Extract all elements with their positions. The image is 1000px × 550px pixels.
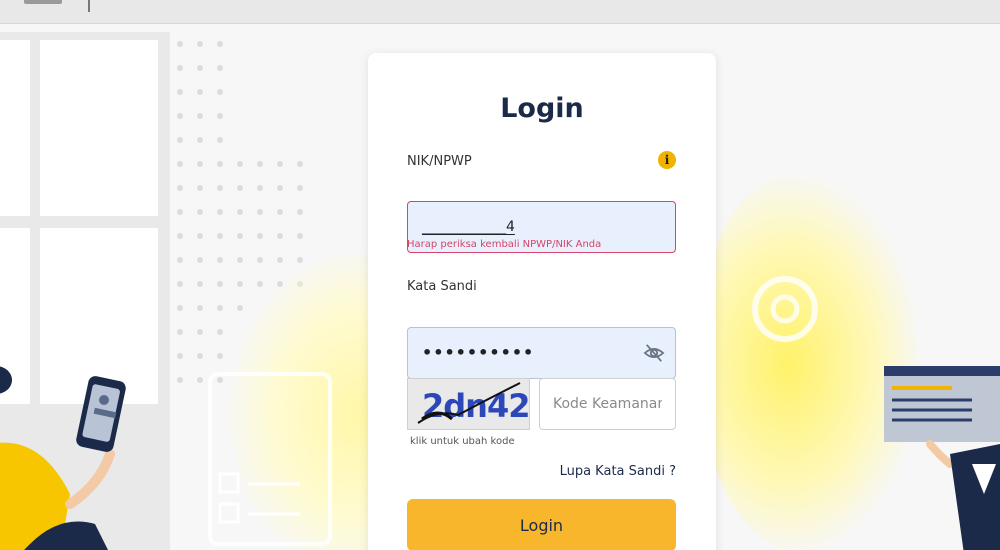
login-button[interactable]: Login xyxy=(407,499,676,550)
nik-npwp-label: NIK/NPWP xyxy=(407,154,472,169)
captcha-image[interactable]: 2dn42 xyxy=(407,378,530,430)
nik-npwp-value: ____________4 xyxy=(422,219,515,235)
browser-top-strip xyxy=(0,0,1000,24)
browser-tab-stub xyxy=(24,0,62,4)
captcha-graphic: 2dn42 xyxy=(408,379,529,429)
forgot-password-link[interactable]: Lupa Kata Sandi ? xyxy=(560,464,676,479)
security-code-input[interactable] xyxy=(539,378,676,430)
clipboard-illustration xyxy=(208,372,332,546)
page-title: Login xyxy=(500,93,584,124)
captcha-caption: klik untuk ubah kode xyxy=(410,436,515,447)
person-with-phone-illustration xyxy=(0,366,126,550)
toolbar-separator xyxy=(88,0,90,12)
gear-decoration-icon xyxy=(752,276,818,342)
login-card: Login NIK/NPWP i ____________4 Harap per… xyxy=(368,53,716,550)
nik-error-message: Harap periksa kembali NPWP/NIK Anda xyxy=(407,239,602,250)
eye-slash-icon[interactable] xyxy=(643,343,665,363)
password-label: Kata Sandi xyxy=(407,279,477,294)
info-icon[interactable]: i xyxy=(658,151,676,169)
presenter-board-illustration xyxy=(884,366,1000,550)
password-input[interactable]: •••••••••• xyxy=(407,327,676,379)
password-value: •••••••••• xyxy=(422,343,535,362)
